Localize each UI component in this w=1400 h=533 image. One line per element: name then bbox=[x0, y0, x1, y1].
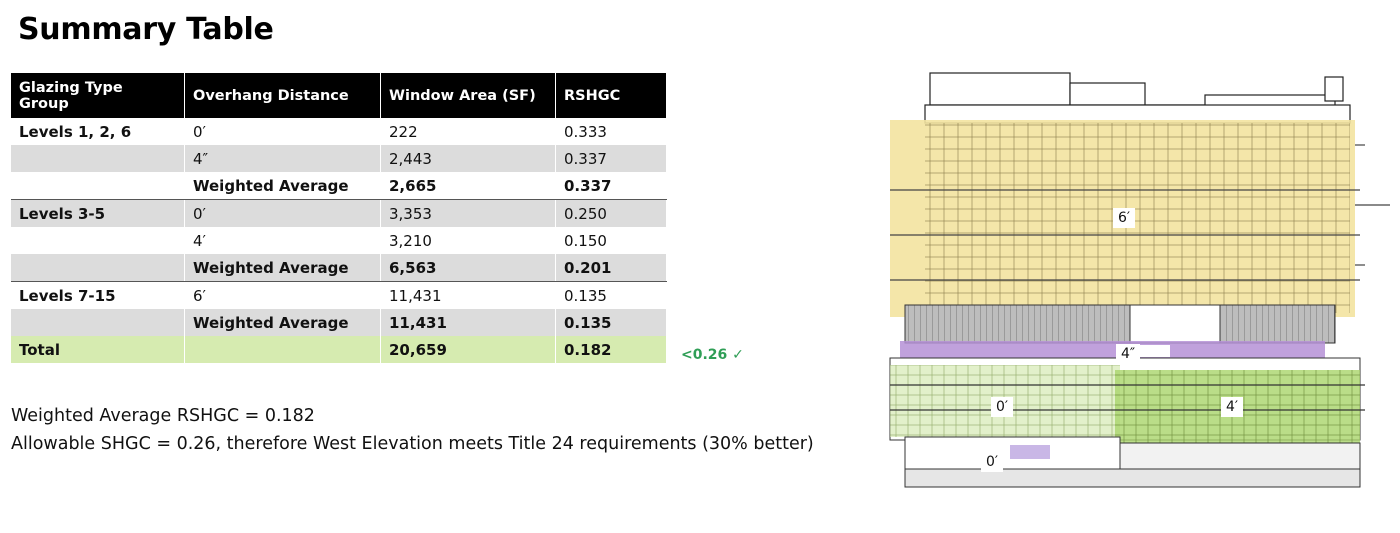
cell-rshgc: 0.337 bbox=[555, 172, 667, 200]
table-row: 4′ 3,210 0.150 bbox=[11, 227, 667, 254]
rooftop bbox=[924, 72, 1351, 124]
label-4-ft-right: 4′ bbox=[1221, 397, 1244, 417]
podium bbox=[889, 357, 1365, 445]
cell-area: 3,210 bbox=[380, 227, 556, 254]
cell-group bbox=[11, 227, 185, 254]
cell-total-area: 20,659 bbox=[380, 336, 556, 363]
cell-group bbox=[11, 145, 185, 172]
cell-overhang: Weighted Average bbox=[184, 309, 381, 336]
cell-overhang: Weighted Average bbox=[184, 172, 381, 200]
cell-area: 11,431 bbox=[380, 281, 556, 309]
cell-area: 222 bbox=[380, 118, 556, 145]
header-rshgc: RSHGC bbox=[555, 73, 667, 118]
cell-overhang: 4′ bbox=[184, 227, 381, 254]
page-title: Summary Table bbox=[18, 12, 274, 47]
upper-tower bbox=[890, 120, 1390, 317]
cell-rshgc: 0.150 bbox=[555, 227, 667, 254]
note-weighted-average: Weighted Average RSHGC = 0.182 bbox=[11, 406, 315, 426]
cell-rshgc: 0.250 bbox=[555, 199, 667, 227]
cell-overhang: Weighted Average bbox=[184, 254, 381, 282]
compliance-check: <0.26 ✓ bbox=[681, 347, 744, 363]
cell-area: 11,431 bbox=[380, 309, 556, 336]
cell-group: Levels 3-5 bbox=[11, 199, 185, 227]
cell-rshgc: 0.201 bbox=[555, 254, 667, 282]
notes: Weighted Average RSHGC = 0.182 Allowable… bbox=[11, 402, 814, 458]
cell-overhang: 0′ bbox=[184, 199, 381, 227]
header-overhang-distance: Overhang Distance bbox=[184, 73, 381, 118]
cell-group bbox=[11, 172, 185, 200]
note-allowable-shgc: Allowable SHGC = 0.26, therefore West El… bbox=[11, 434, 814, 454]
cell-overhang: 4″ bbox=[184, 145, 381, 172]
table-row: Levels 7-15 6′ 11,431 0.135 bbox=[11, 281, 667, 309]
table-row: 4″ 2,443 0.337 bbox=[11, 145, 667, 172]
cell-rshgc: 0.333 bbox=[555, 118, 667, 145]
label-6-ft: 6′ bbox=[1113, 208, 1136, 228]
label-0-ft-left: 0′ bbox=[991, 397, 1014, 417]
cell-group bbox=[11, 254, 185, 282]
table-header-row: Glazing Type Group Overhang Distance Win… bbox=[11, 73, 667, 118]
ground-level bbox=[904, 436, 1361, 488]
cell-area: 3,353 bbox=[380, 199, 556, 227]
cell-total-rshgc: 0.182 bbox=[555, 336, 667, 363]
table-row: Levels 3-5 0′ 3,353 0.250 bbox=[11, 199, 667, 227]
cell-rshgc: 0.135 bbox=[555, 281, 667, 309]
cell-area: 2,443 bbox=[380, 145, 556, 172]
table-row: Levels 1, 2, 6 0′ 222 0.333 bbox=[11, 118, 667, 145]
cell-area: 2,665 bbox=[380, 172, 556, 200]
west-elevation-drawing: 6′ 4″ 0′ 4′ 0′ bbox=[860, 65, 1395, 510]
cell-group: Levels 7-15 bbox=[11, 281, 185, 309]
label-4-in: 4″ bbox=[1116, 344, 1141, 364]
header-glazing-type-group: Glazing Type Group bbox=[11, 73, 185, 118]
elevation-svg bbox=[889, 72, 1390, 488]
table-row: Weighted Average 6,563 0.201 bbox=[11, 254, 667, 282]
cell-total-label: Total bbox=[11, 336, 185, 363]
header-window-area: Window Area (SF) bbox=[380, 73, 556, 118]
cell-area: 6,563 bbox=[380, 254, 556, 282]
label-0-ft-ground: 0′ bbox=[981, 452, 1004, 472]
cell-overhang bbox=[184, 336, 381, 363]
cell-group bbox=[11, 309, 185, 336]
cell-group: Levels 1, 2, 6 bbox=[11, 118, 185, 145]
summary-table: Glazing Type Group Overhang Distance Win… bbox=[11, 73, 667, 363]
table-row: Weighted Average 2,665 0.337 bbox=[11, 172, 667, 200]
table-row: Weighted Average 11,431 0.135 bbox=[11, 309, 667, 336]
table-total-row: Total 20,659 0.182 bbox=[11, 336, 667, 363]
cell-overhang: 0′ bbox=[184, 118, 381, 145]
cell-rshgc: 0.135 bbox=[555, 309, 667, 336]
cell-overhang: 6′ bbox=[184, 281, 381, 309]
cell-rshgc: 0.337 bbox=[555, 145, 667, 172]
